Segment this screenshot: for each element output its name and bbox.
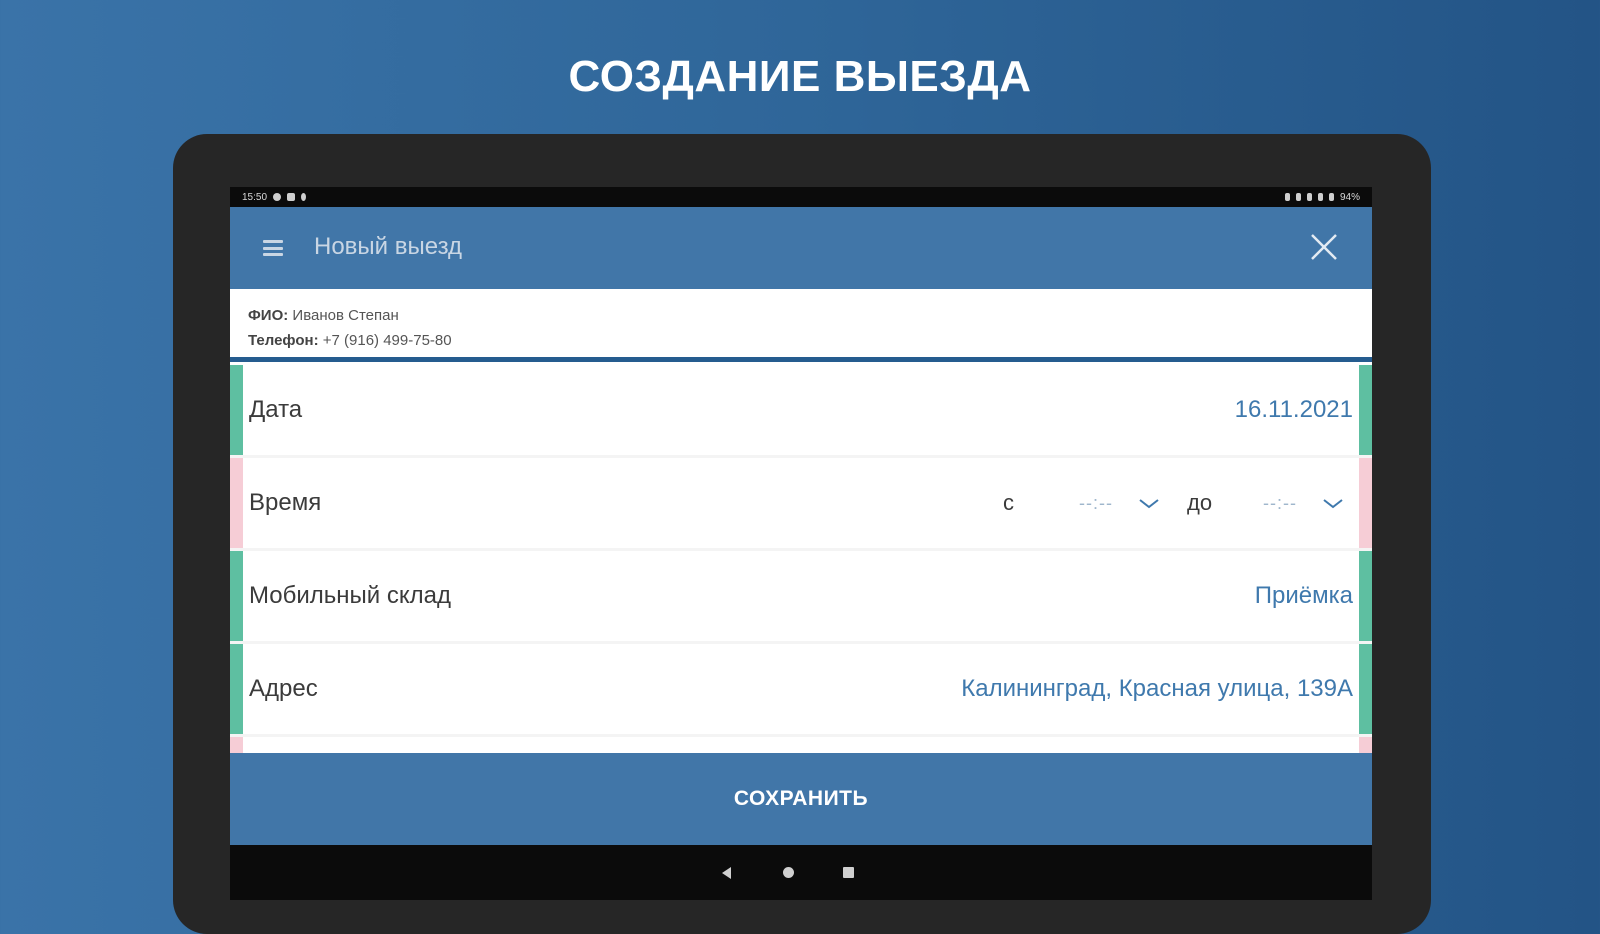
app-bar: Новый выезд [230,207,1372,289]
date-row[interactable]: Дата 16.11.2021 [230,365,1372,455]
time-label: Время [249,489,322,516]
client-phone-label: Телефон: [248,332,319,349]
location-icon [1295,193,1301,201]
status-bar-right: 94% [1284,191,1360,203]
status-time: 15:50 [242,191,268,203]
address-label: Адрес [249,675,318,702]
status-bar: 15:50 94% [230,187,1372,207]
time-from-input[interactable]: --:-- [1063,493,1129,514]
wifi-icon [1317,193,1323,201]
save-button[interactable]: СОХРАНИТЬ [230,753,1372,845]
warehouse-label: Мобильный склад [249,582,451,609]
bluetooth-icon [1284,193,1290,201]
close-icon[interactable] [1306,229,1342,265]
client-info-card: ФИО: Иванов Степан Телефон: +7 (916) 499… [230,289,1372,362]
client-name-label: ФИО: [248,307,289,324]
battery-level: 94% [1339,191,1360,203]
warehouse-row[interactable]: Мобильный склад Приёмка [230,551,1372,641]
date-value[interactable]: 16.11.2021 [1235,396,1353,424]
client-phone-line: Телефон: +7 (916) 499-75-80 [248,328,1372,353]
time-from-chevron-down-icon[interactable] [1135,493,1163,513]
vibrate-icon [1306,193,1312,201]
notification-icon [287,193,296,201]
hamburger-menu-icon[interactable] [263,240,283,256]
home-icon[interactable] [783,867,794,878]
app-screen: 15:50 94% Новый выезд ФИО: Иванов Степан [230,187,1372,900]
time-to-label: до [1187,490,1213,515]
visit-form: Дата 16.11.2021 Время с --:-- до --:-- М… [230,365,1372,753]
recent-apps-icon[interactable] [843,867,854,878]
status-bar-left: 15:50 [242,191,307,203]
warehouse-value[interactable]: Приёмка [1255,582,1353,610]
time-range: с --:-- до --:-- [1003,490,1347,516]
client-phone-value: +7 (916) 499-75-80 [322,332,452,349]
address-value[interactable]: Калининград, Красная улица, 139А [961,675,1353,703]
time-to-input[interactable]: --:-- [1247,493,1313,514]
client-name-value: Иванов Степан [292,307,399,324]
time-from-label: с [1003,490,1014,515]
android-nav-bar [230,845,1372,900]
date-label: Дата [249,396,303,423]
app-bar-title: Новый выезд [314,233,463,260]
back-icon[interactable] [722,867,731,879]
next-row-partial [230,737,1372,753]
promo-title: СОЗДАНИЕ ВЫЕЗДА [568,52,1032,101]
time-row: Время с --:-- до --:-- [230,458,1372,548]
time-to-chevron-down-icon[interactable] [1319,493,1347,513]
dot-icon [301,193,307,201]
address-row[interactable]: Адрес Калининград, Красная улица, 139А [230,644,1372,734]
eye-icon [273,193,282,201]
battery-icon [1328,193,1334,201]
client-name-line: ФИО: Иванов Степан [248,303,1372,328]
